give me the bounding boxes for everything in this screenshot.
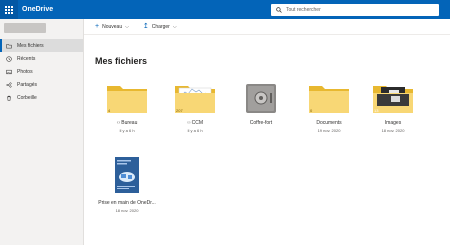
app-title[interactable]: OneDrive [22,6,53,13]
item-count: 13 [374,108,379,113]
clock-icon [6,55,12,62]
share-icon [6,81,12,88]
upload-icon: ↥ [142,23,149,30]
chevron-down-icon: ⌵ [172,23,177,30]
item-date: 19 nov. 2020 [317,128,341,133]
new-button-label: Nouveau [102,23,123,30]
item-name: ⚇CCM [187,120,203,126]
vault-icon [239,83,283,115]
folder-tile-documents[interactable]: 0 Documents 19 nov. 2020 [299,83,359,133]
item-name: Prise en main de OneDr... [98,200,156,206]
file-tile-prise-en-main[interactable]: Prise en main de OneDr... 18 nov. 2020 [97,157,157,213]
sidebar-item-mes-fichiers[interactable]: Mes fichiers [0,39,83,52]
chevron-down-icon: ⌵ [125,23,129,30]
shared-icon: ⚇ [187,120,191,125]
sidebar-item-label: Corbeille [17,94,37,101]
plus-icon: + [95,23,100,30]
item-name: Documents [316,120,342,126]
top-bar: OneDrive Tout rechercher [0,0,450,19]
vault-tile[interactable]: Coffre-fort [231,83,291,126]
sidebar-item-corbeille[interactable]: Corbeille [0,91,83,104]
search-placeholder: Tout rechercher [286,7,321,13]
item-count: 4 [108,108,111,113]
sidebar-item-photos[interactable]: Photos [0,65,83,78]
folder-icon: 207 [173,83,217,115]
item-date: 18 nov. 2020 [381,128,405,133]
folder-tile-ccm[interactable]: 207 ⚇CCM Il y a 6 h [165,83,225,133]
waffle-icon [5,5,13,14]
page-title: Mes fichiers [95,56,148,66]
item-name: Images [384,120,402,126]
photo-icon [6,69,12,74]
sidebar: Mes fichiers Récents Photos Partagés Cor… [0,19,84,245]
item-name: Coffre-fort [249,120,273,126]
upload-button[interactable]: ↥ Charger ⌵ [143,23,177,30]
search-icon [276,7,282,13]
item-name: ⚇Bureau [116,120,138,126]
app-launcher-button[interactable] [0,0,18,19]
photo-folder-icon: 13 [371,83,415,115]
folder-icon: 4 [105,83,149,115]
new-button[interactable]: + Nouveau ⌵ [95,23,129,30]
sidebar-item-label: Mes fichiers [17,42,44,49]
item-date: 18 nov. 2020 [115,208,139,213]
trash-icon [7,95,11,101]
sidebar-nav: Mes fichiers Récents Photos Partagés Cor… [0,39,83,104]
item-count: 207 [176,108,183,113]
item-date: Il y a 6 h [187,128,203,133]
shared-icon: ⚇ [116,120,121,125]
item-count: 0 [310,108,313,113]
folder-icon [6,43,12,48]
folder-tile-bureau[interactable]: 4 ⚇Bureau Il y a 6 h [97,83,157,133]
sidebar-item-label: Récents [17,55,36,62]
user-name-redacted[interactable] [4,23,46,33]
sidebar-item-label: Partagés [17,81,38,88]
item-date: Il y a 6 h [119,128,135,133]
pdf-thumbnail-icon [105,157,149,195]
search-input[interactable]: Tout rechercher [271,4,439,16]
folder-tile-images[interactable]: 13 Images 18 nov. 2020 [363,83,423,133]
command-bar: + Nouveau ⌵ ↥ Charger ⌵ [84,19,450,35]
upload-button-label: Charger [151,23,170,30]
sidebar-item-label: Photos [17,68,33,75]
sidebar-item-partages[interactable]: Partagés [0,78,83,91]
sidebar-item-recents[interactable]: Récents [0,52,83,65]
folder-icon: 0 [307,83,351,115]
